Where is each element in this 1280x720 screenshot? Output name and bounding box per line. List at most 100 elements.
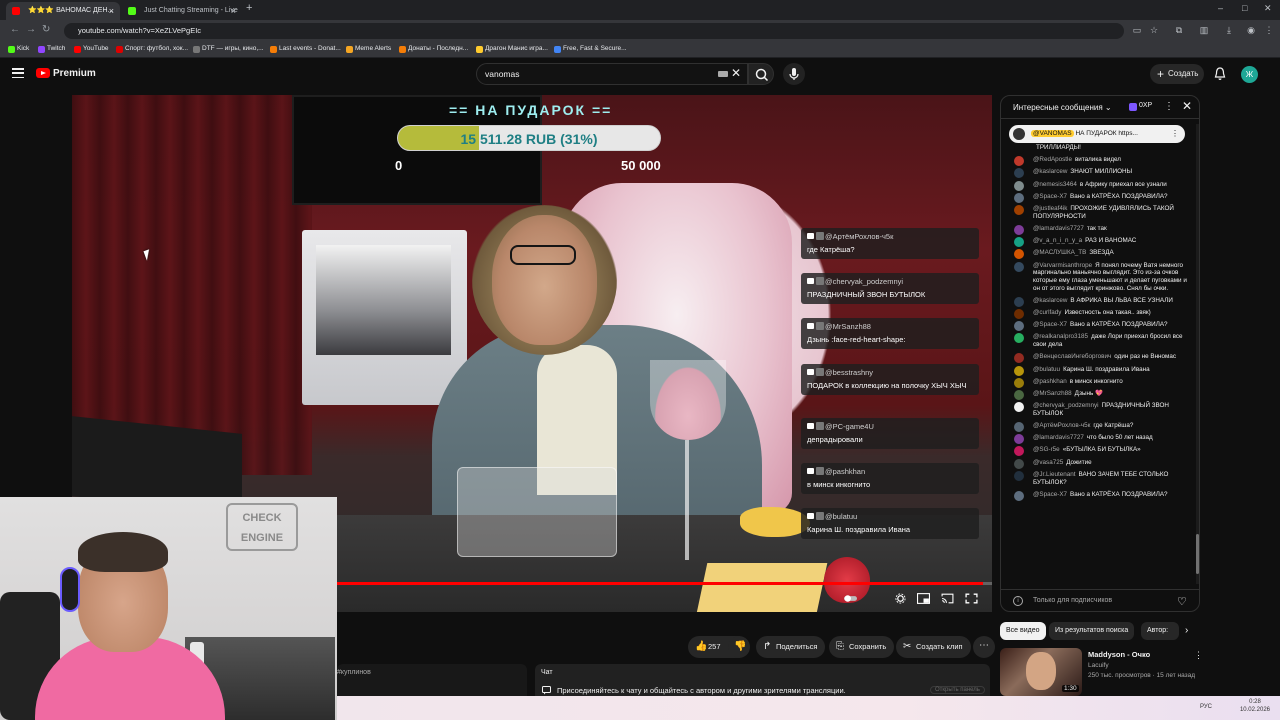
clear-search-icon[interactable]: ✕ <box>731 66 741 80</box>
sidebar-icon[interactable]: ▥ <box>1199 25 1209 35</box>
fullscreen-icon[interactable] <box>965 593 978 604</box>
chat-message[interactable]: @lamardavis7727 что было 50 лет назад <box>1001 434 1195 445</box>
reload-icon[interactable]: ↻ <box>42 24 50 35</box>
bookmark-last-events[interactable]: Last events - Donat... <box>270 45 341 53</box>
avatar[interactable] <box>1014 333 1024 344</box>
chat-message[interactable]: @Space-X7 Вано а КАТРЁХА ПОЗДРАВИЛА? <box>1001 321 1195 332</box>
extensions-icon[interactable]: ⧉ <box>1174 25 1184 35</box>
minimize-icon[interactable]: – <box>1218 3 1223 13</box>
chat-message[interactable]: @vasa725 Дожитие <box>1001 458 1195 469</box>
menu-icon[interactable] <box>12 68 24 79</box>
chat-message[interactable]: @МАСЛУШКА_ТВ ЗВЕЗДА <box>1001 249 1195 260</box>
chat-message[interactable]: @АртёмРохлов-ч5к где Катрёша? <box>1001 422 1195 433</box>
avatar[interactable] <box>1014 309 1024 320</box>
create-button[interactable]: + Создать <box>1150 64 1204 84</box>
pinned-message[interactable]: @VANOMAS НА ПУДАРОК https... ⋮ <box>1009 125 1185 143</box>
avatar[interactable] <box>1014 422 1024 433</box>
dislike-button[interactable]: 👎 <box>728 636 750 658</box>
autoplay-toggle-icon[interactable] <box>844 593 857 604</box>
share-button[interactable]: ↱ Поделиться <box>756 636 826 658</box>
tray-clock[interactable]: 0:28 10.02.2026 <box>1240 698 1270 714</box>
chat-author[interactable]: @curlfady <box>1033 309 1061 316</box>
avatar[interactable] <box>1014 365 1024 376</box>
download-icon[interactable]: ⤓ <box>1224 25 1234 35</box>
chat-author[interactable]: @МАСЛУШКА_ТВ <box>1033 249 1086 256</box>
bookmark-meme-alerts[interactable]: Meme Alerts <box>346 45 391 53</box>
rec-channel[interactable]: Lacuify <box>1088 662 1109 669</box>
chat-message[interactable]: @lamardavis7727 так так <box>1001 224 1195 235</box>
chat-author[interactable]: @justleaf4ik <box>1033 205 1067 212</box>
avatar[interactable] <box>1014 490 1024 501</box>
cast-icon[interactable]: ▭ <box>1132 25 1142 35</box>
bookmark-star-icon[interactable]: ☆ <box>1149 25 1159 35</box>
chat-mode-dropdown[interactable]: Интересные сообщения ⌄ <box>1013 103 1112 112</box>
chat-message[interactable]: @Jr.Lieutenant ВАНО ЗАЧЕМ ТЕБЕ СТОЛЬКО БУ… <box>1001 470 1195 486</box>
chat-menu-icon[interactable]: ⋮ <box>1164 101 1174 112</box>
rec-tab-all[interactable]: Все видео <box>1000 622 1046 640</box>
chat-message[interactable]: @v_a_n_i_n_y_a РАЗ И ВАНОМАС <box>1001 237 1195 248</box>
url-field[interactable]: youtube.com/watch?v=XeZLVePgEIc <box>64 23 1124 39</box>
chat-message[interactable]: @realkanalpro3185 даже Лори приехал броси… <box>1001 333 1195 348</box>
bookmark-kick[interactable]: Kick <box>8 45 29 53</box>
chat-author[interactable]: @bulatuu <box>1033 366 1060 373</box>
chat-message[interactable]: @RedApostle виталика видел <box>1001 156 1195 167</box>
voice-search-button[interactable] <box>783 63 805 85</box>
close-window-icon[interactable]: ✕ <box>1264 3 1272 14</box>
rec-menu-icon[interactable]: ⋮ <box>1194 650 1203 661</box>
avatar[interactable] <box>1014 389 1024 400</box>
avatar[interactable] <box>1014 434 1024 445</box>
chat-author[interactable]: @Space-X7 <box>1033 491 1067 498</box>
chat-author[interactable]: @RedApostle <box>1033 156 1072 163</box>
avatar[interactable] <box>1014 180 1024 191</box>
chat-message[interactable]: @nemesis3464 в Африку приехал все узнали <box>1001 180 1195 191</box>
chat-message[interactable]: @ВенцеславИнгеборгович один раз не Вннома… <box>1001 353 1195 364</box>
chat-author[interactable]: @SG-r5e <box>1033 446 1060 453</box>
bookmark-dragon-money[interactable]: Драгон Манис игра... <box>476 45 548 53</box>
chat-scrollbar[interactable] <box>1196 124 1199 584</box>
chat-author[interactable]: @Varvarmisanthrope <box>1033 262 1092 269</box>
chat-message[interactable]: @kaslarcew В АФРИКА ВЫ ЛЬВА ВСЕ УЗНАЛИ <box>1001 296 1195 307</box>
avatar[interactable] <box>1014 249 1024 260</box>
forward-icon[interactable]: → <box>26 24 36 35</box>
avatar[interactable] <box>1014 470 1024 481</box>
miniplayer-icon[interactable] <box>917 593 930 604</box>
chat-message[interactable]: @Varvarmisanthrope Я понял почему Ватя не… <box>1001 261 1195 293</box>
close-tab-icon[interactable]: × <box>109 2 114 20</box>
bookmark-twitch[interactable]: Twitch <box>38 45 65 53</box>
avatar[interactable] <box>1014 458 1024 469</box>
youtube-logo-icon[interactable] <box>36 68 50 78</box>
chat-author[interactable]: @kaslarcew <box>1033 168 1067 175</box>
chat-message[interactable]: @kaslarcew ЗНАЮТ МИЛЛИОНЫ <box>1001 168 1195 179</box>
chevron-right-icon[interactable]: › <box>1185 625 1188 636</box>
chat-message[interactable]: @SG-r5e «БУТЫЛКА БИ БУТЫЛКА» <box>1001 446 1195 457</box>
chat-author[interactable]: @nemesis3464 <box>1033 181 1077 188</box>
close-chat-icon[interactable]: ✕ <box>1182 99 1192 113</box>
browser-tab-active[interactable]: ⭐⭐⭐ ВАНОМАС ДЕН... × <box>6 2 120 20</box>
search-button[interactable] <box>748 63 774 85</box>
avatar[interactable] <box>1014 353 1024 364</box>
browser-menu-icon[interactable]: ⋮ <box>1264 25 1274 35</box>
chat-message[interactable]: ТРИЛЛИАРДЫ! <box>1001 144 1195 154</box>
cast-icon[interactable] <box>941 593 954 604</box>
bookmark-dtf[interactable]: DTF — игры, кино,... <box>193 45 264 53</box>
chat-scrollbar-thumb[interactable] <box>1196 534 1199 574</box>
chat-author[interactable]: @chervyak_podzemnyi <box>1033 402 1099 409</box>
chat-message[interactable]: @MrSanzh88 Дзынь 💖 <box>1001 389 1195 400</box>
chat-author[interactable]: @Jr.Lieutenant <box>1033 471 1075 478</box>
heart-reaction-icon[interactable]: ♡ <box>1177 595 1187 608</box>
avatar[interactable] <box>1014 192 1024 203</box>
chat-message[interactable]: @bulatuu Карина Ш. поздравила Ивана <box>1001 365 1195 376</box>
avatar[interactable] <box>1014 168 1024 179</box>
chat-author[interactable]: @pashkhan <box>1033 378 1067 385</box>
more-actions-icon[interactable]: ⋯ <box>973 636 995 658</box>
profile-icon[interactable]: ◉ <box>1246 25 1256 35</box>
chat-author[interactable]: @АртёмРохлов-ч5к <box>1033 422 1090 429</box>
chat-author[interactable]: @kaslarcew <box>1033 297 1067 304</box>
rec-title[interactable]: Maddyson - Очко <box>1088 650 1150 659</box>
search-input[interactable]: vanomas <box>476 63 748 85</box>
chat-message[interactable]: @Space-X7 Вано а КАТРЁХА ПОЗДРАВИЛА? <box>1001 192 1195 203</box>
save-button[interactable]: ⎘ Сохранить <box>829 636 895 658</box>
maximize-icon[interactable]: □ <box>1242 3 1247 13</box>
avatar[interactable] <box>1014 144 1024 154</box>
new-tab-button[interactable]: + <box>246 2 252 14</box>
